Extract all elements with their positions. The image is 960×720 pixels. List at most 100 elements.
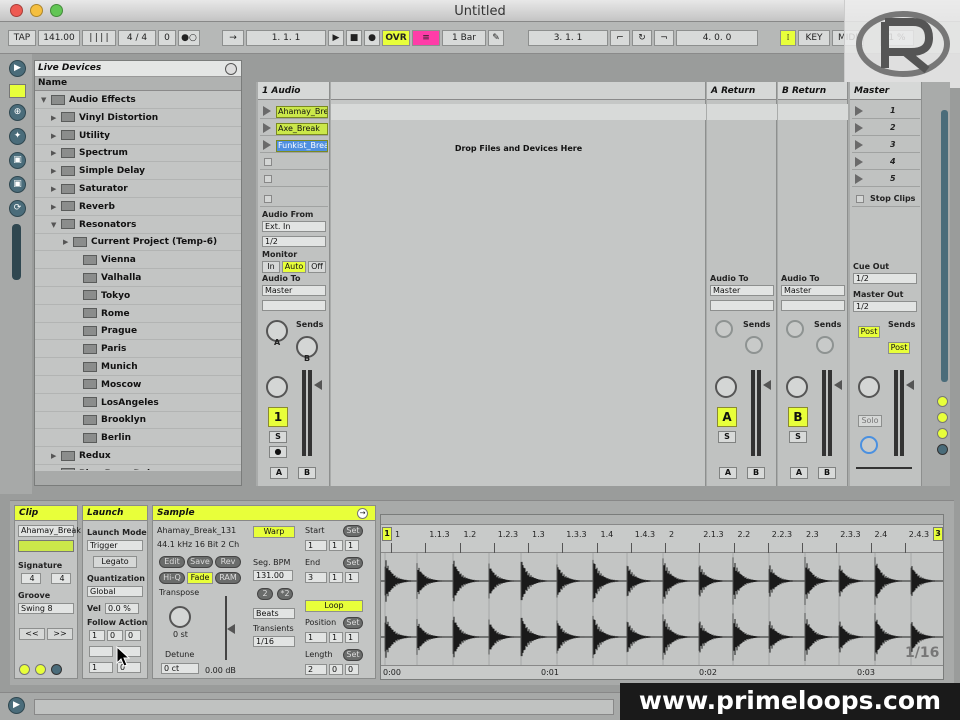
browser-item[interactable]: LosAngeles	[35, 395, 241, 412]
clip-launch-icon[interactable]	[263, 106, 271, 116]
scene-slot[interactable]: 2	[852, 121, 920, 136]
monitor-off-button[interactable]: Off	[308, 261, 326, 273]
browser-toggle-icon[interactable]: ▶	[9, 60, 26, 77]
input-type-menu[interactable]: Ext. In	[262, 221, 326, 232]
legato-button[interactable]: Legato	[93, 556, 137, 568]
gain-slider-handle-icon[interactable]	[227, 624, 235, 634]
scene-launch-icon[interactable]	[855, 106, 863, 116]
track-activator[interactable]: 1	[268, 407, 288, 427]
crossfader[interactable]	[856, 467, 912, 469]
loop-button[interactable]: Loop	[305, 600, 363, 612]
scene-slot[interactable]: 1	[852, 104, 920, 119]
launch-toggle-icon[interactable]	[19, 664, 30, 675]
browser-item[interactable]: Brooklyn	[35, 412, 241, 430]
cue-out-menu[interactable]: 1/2	[853, 273, 917, 284]
expand-right-icon[interactable]: ▶	[63, 234, 73, 251]
double-tempo-button[interactable]: *2	[277, 588, 293, 600]
browser-item[interactable]: Tokyo	[35, 288, 241, 305]
drop-zone[interactable]: Drop Files and Devices Here	[331, 82, 706, 486]
length-sixteenth[interactable]: 0	[345, 664, 359, 675]
expand-right-icon[interactable]: ▶	[51, 128, 61, 145]
set-length-button[interactable]: Set	[343, 649, 363, 661]
browser-item[interactable]: Munich	[35, 359, 241, 376]
track-name[interactable]: 1 Audio	[258, 82, 329, 100]
follow-action-a-menu[interactable]	[89, 646, 113, 657]
groove-field[interactable]: 0	[158, 30, 176, 46]
follow-chance-a[interactable]: 1	[89, 662, 113, 673]
expand-right-icon[interactable]: ▶	[51, 199, 61, 216]
seg-bpm-field[interactable]: 131.00	[253, 570, 293, 581]
track-stop-icon[interactable]	[264, 195, 272, 203]
set-start-button[interactable]: Set	[343, 525, 363, 537]
post-a-button[interactable]: Post	[858, 326, 880, 338]
master-name[interactable]: Master	[850, 82, 921, 100]
overdub-button[interactable]: OVR	[382, 30, 410, 46]
post-b-button[interactable]: Post	[888, 342, 910, 354]
browser-item[interactable]: ▶ Spectrum	[35, 145, 241, 163]
nudge-forward-button[interactable]: >>	[47, 628, 73, 640]
loop-switch-icon[interactable]: ↻	[632, 30, 652, 46]
start-bar[interactable]: 1	[305, 540, 327, 551]
browser-item[interactable]: ▶ Ping Pong Delay	[35, 466, 241, 470]
mixer-toggle-icon[interactable]	[937, 444, 948, 455]
punch-out-icon[interactable]: ¬	[654, 30, 674, 46]
set-end-button[interactable]: Set	[343, 557, 363, 569]
punch-in-icon[interactable]: ⌐	[610, 30, 630, 46]
warp-button[interactable]: Warp	[253, 526, 295, 538]
length-beat[interactable]: 0	[329, 664, 343, 675]
loop-end-marker[interactable]: 3	[933, 527, 943, 541]
hot-swap-icon[interactable]	[225, 63, 237, 75]
clip-stop-icon[interactable]	[264, 175, 272, 183]
browser-item[interactable]: Moscow	[35, 377, 241, 394]
browser-item[interactable]: ▼ Audio Effects	[35, 92, 241, 109]
scroll-ruler[interactable]	[381, 515, 943, 525]
edit-button[interactable]: Edit	[159, 556, 185, 568]
reverse-button[interactable]: Rev	[215, 556, 241, 568]
warp-mode-menu[interactable]: Beats	[253, 608, 295, 619]
file-browser-3-icon[interactable]: ⟳	[9, 200, 26, 217]
browser-item[interactable]: ▶ Reverb	[35, 199, 241, 216]
send-a-knob[interactable]	[715, 320, 733, 338]
solo-button[interactable]: S	[269, 431, 287, 443]
hiq-button[interactable]: Hi-Q	[159, 572, 185, 584]
fade-button[interactable]: Fade	[187, 572, 213, 584]
file-browser-1-icon[interactable]: ▣	[9, 152, 26, 169]
follow-time-beats[interactable]: 0	[107, 630, 123, 641]
track-activator[interactable]: B	[788, 407, 808, 427]
position-sixteenth[interactable]: 1	[345, 632, 359, 643]
volume-slider-icon[interactable]	[906, 380, 914, 390]
key-button[interactable]: KEY	[798, 30, 830, 46]
signature-field[interactable]: 4 / 4	[118, 30, 156, 46]
scene-launch-icon[interactable]	[855, 123, 863, 133]
arrangement-position[interactable]: 1. 1. 1	[246, 30, 326, 46]
expand-down-icon[interactable]: ▼	[51, 217, 61, 234]
monitor-auto-button[interactable]: Auto	[282, 261, 306, 273]
expand-right-icon[interactable]: ▶	[51, 145, 61, 162]
end-beat[interactable]: 1	[329, 572, 343, 583]
transpose-knob[interactable]	[169, 606, 191, 628]
input-channel-menu[interactable]: 1/2	[262, 236, 326, 247]
end-bar[interactable]: 3	[305, 572, 327, 583]
scene-launch-icon[interactable]	[855, 174, 863, 184]
clip-color-menu[interactable]	[18, 540, 74, 552]
output-channel-menu[interactable]	[710, 300, 774, 311]
solo-button[interactable]: S	[718, 431, 736, 443]
returns-toggle-icon[interactable]	[937, 428, 948, 439]
start-beat[interactable]: 1	[329, 540, 343, 551]
position-beat[interactable]: 1	[329, 632, 343, 643]
crossfade-b-button[interactable]: B	[747, 467, 765, 479]
start-sixteenth[interactable]: 1	[345, 540, 359, 551]
stop-clips-slot[interactable]: Stop Clips	[852, 192, 920, 207]
solo-cue-button[interactable]: Solo	[858, 415, 882, 427]
expand-right-icon[interactable]: ▶	[51, 163, 61, 180]
clip-slot[interactable]	[260, 155, 328, 170]
cue-volume-knob[interactable]	[860, 436, 878, 454]
clip-slot[interactable]: Axe_Break	[260, 121, 328, 136]
crossfade-b-button[interactable]: B	[298, 467, 316, 479]
clip[interactable]: Funkist_Break	[276, 140, 328, 152]
browser-item[interactable]: ▼ Resonators	[35, 217, 241, 234]
scene-slot[interactable]: 5	[852, 172, 920, 187]
ram-button[interactable]: RAM	[215, 572, 241, 584]
set-position-button[interactable]: Set	[343, 617, 363, 629]
scene-launch-icon[interactable]	[855, 140, 863, 150]
